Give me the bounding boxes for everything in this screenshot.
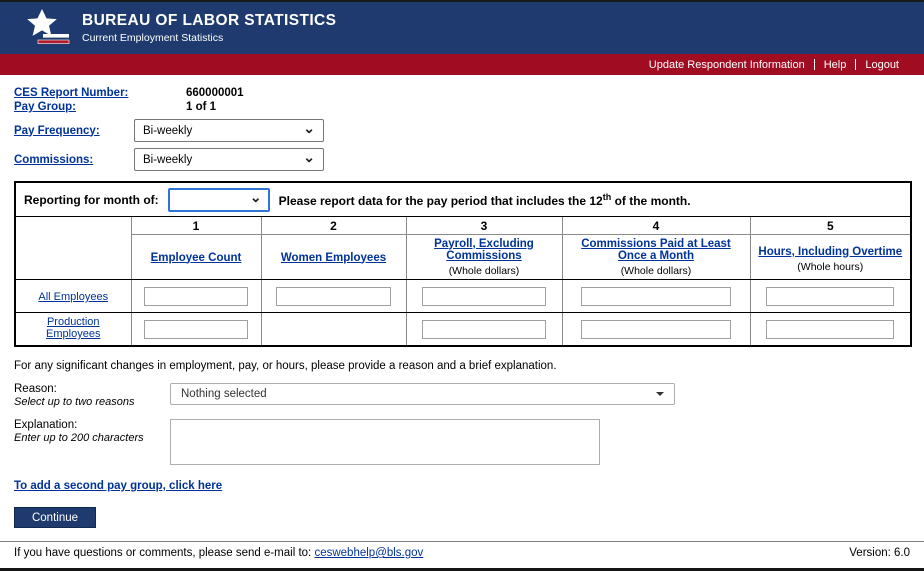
email-link[interactable]: ceswebhelp@bls.gov <box>314 547 423 559</box>
col-header-employee-count[interactable]: Employee Count <box>145 252 248 264</box>
column-number-4: 4 <box>562 217 750 235</box>
input-all-women-employees[interactable] <box>276 287 391 306</box>
nav-update-respondent-info[interactable]: Update Respondent Information <box>649 59 805 71</box>
input-all-commissions[interactable] <box>581 287 731 306</box>
ces-report-number-row: CES Report Number: 660000001 <box>14 87 924 99</box>
all-employees-row: All Employees <box>15 280 911 313</box>
reason-hint: Select up to two reasons <box>14 396 170 408</box>
production-employees-row: Production Employees <box>15 313 911 347</box>
reason-multiselect[interactable]: Nothing selected <box>170 383 675 405</box>
instruction-text-pre: Please report data for the pay period th… <box>279 194 603 208</box>
reason-label-block: Reason: Select up to two reasons <box>14 383 170 408</box>
input-all-employee-count[interactable] <box>144 287 247 306</box>
commissions-label[interactable]: Commissions: <box>14 154 134 166</box>
commissions-selected-value: Bi-weekly <box>143 154 192 166</box>
nav-help[interactable]: Help <box>824 59 847 71</box>
footer-contact: If you have questions or comments, pleas… <box>14 547 423 559</box>
input-prod-commissions[interactable] <box>581 320 731 339</box>
column-number-3: 3 <box>406 217 562 235</box>
nav-separator <box>814 59 815 70</box>
col-subheader-commissions: (Whole dollars) <box>563 265 750 277</box>
empty-cell-prod-women <box>261 313 406 347</box>
col-header-women-employees[interactable]: Women Employees <box>275 252 392 264</box>
app-title: BUREAU OF LABOR STATISTICS <box>82 12 336 30</box>
explanation-label: Explanation: <box>14 419 170 431</box>
column-headers-row: Employee Count Women Employees Payroll, … <box>15 235 911 280</box>
chevron-down-icon: ⌄ <box>303 124 315 132</box>
pay-group-value: 1 of 1 <box>186 101 216 113</box>
chevron-down-icon: ⌄ <box>250 193 262 201</box>
top-nav: Update Respondent Information Help Logou… <box>0 54 924 75</box>
col-subheader-hours: (Whole hours) <box>751 261 911 273</box>
reporting-instruction: Please report data for the pay period th… <box>279 192 691 208</box>
input-all-hours[interactable] <box>766 287 894 306</box>
col-header-payroll[interactable]: Payroll, Excluding Commissions <box>407 238 562 262</box>
column-number-1: 1 <box>131 217 261 235</box>
column-number-5: 5 <box>750 217 911 235</box>
add-pay-group-link[interactable]: To add a second pay group, click here <box>14 480 222 492</box>
explanation-label-block: Explanation: Enter up to 200 characters <box>14 419 170 444</box>
input-prod-payroll[interactable] <box>422 320 546 339</box>
ces-report-number-value: 660000001 <box>186 87 244 99</box>
reporting-month-row: Reporting for month of: ⌄ Please report … <box>15 182 911 217</box>
header-text: BUREAU OF LABOR STATISTICS Current Emplo… <box>82 12 336 44</box>
reason-selected-value: Nothing selected <box>181 388 267 400</box>
instruction-text-post: of the month. <box>611 194 690 208</box>
ces-report-number-label[interactable]: CES Report Number: <box>14 87 134 99</box>
pay-group-row: Pay Group: 1 of 1 <box>14 101 924 113</box>
col-header-commissions[interactable]: Commissions Paid at Least Once a Month <box>563 238 750 262</box>
nav-separator <box>855 59 856 70</box>
ces-report-page: BUREAU OF LABOR STATISTICS Current Emplo… <box>0 0 924 571</box>
col-header-hours[interactable]: Hours, Including Overtime <box>752 246 908 258</box>
pay-frequency-label[interactable]: Pay Frequency: <box>14 125 134 137</box>
contact-text: If you have questions or comments, pleas… <box>14 547 311 559</box>
input-all-payroll[interactable] <box>422 287 546 306</box>
explanation-hint: Enter up to 200 characters <box>14 432 170 444</box>
pay-frequency-selected-value: Bi-weekly <box>143 125 192 137</box>
chevron-down-icon: ⌄ <box>303 153 315 161</box>
change-instruction: For any significant changes in employmen… <box>14 360 924 372</box>
page-footer: If you have questions or comments, pleas… <box>0 541 924 559</box>
input-prod-hours[interactable] <box>766 320 894 339</box>
table-corner-cell <box>15 217 131 280</box>
reporting-month-select[interactable]: ⌄ <box>168 188 270 212</box>
version-text: Version: 6.0 <box>849 547 910 559</box>
commissions-row: Commissions: Bi-weekly ⌄ <box>14 148 924 171</box>
column-numbers-row: 1 2 3 4 5 <box>15 217 911 235</box>
ces-data-table: Reporting for month of: ⌄ Please report … <box>14 181 912 347</box>
app-header: BUREAU OF LABOR STATISTICS Current Emplo… <box>0 2 924 54</box>
report-info-section: CES Report Number: 660000001 Pay Group: … <box>0 75 924 171</box>
pay-frequency-row: Pay Frequency: Bi-weekly ⌄ <box>14 119 924 142</box>
continue-button[interactable]: Continue <box>14 507 96 528</box>
explanation-textarea[interactable] <box>170 419 600 465</box>
pay-group-label[interactable]: Pay Group: <box>14 101 134 113</box>
row-link-all-employees[interactable]: All Employees <box>32 291 114 303</box>
input-prod-employee-count[interactable] <box>144 320 247 339</box>
caret-down-icon <box>656 392 664 396</box>
row-link-production-employees[interactable]: Production Employees <box>16 316 131 340</box>
explanation-row: Explanation: Enter up to 200 characters <box>14 419 924 465</box>
col-subheader-payroll: (Whole dollars) <box>407 265 562 277</box>
reason-label: Reason: <box>14 383 170 395</box>
instruction-superscript: th <box>603 192 612 202</box>
commissions-select[interactable]: Bi-weekly ⌄ <box>134 148 324 171</box>
app-subtitle: Current Employment Statistics <box>82 32 336 44</box>
nav-logout[interactable]: Logout <box>865 59 899 71</box>
column-number-2: 2 <box>261 217 406 235</box>
reason-row: Reason: Select up to two reasons Nothing… <box>14 383 924 408</box>
bls-logo <box>24 8 72 48</box>
reporting-month-label: Reporting for month of: <box>24 193 159 207</box>
pay-frequency-select[interactable]: Bi-weekly ⌄ <box>134 119 324 142</box>
